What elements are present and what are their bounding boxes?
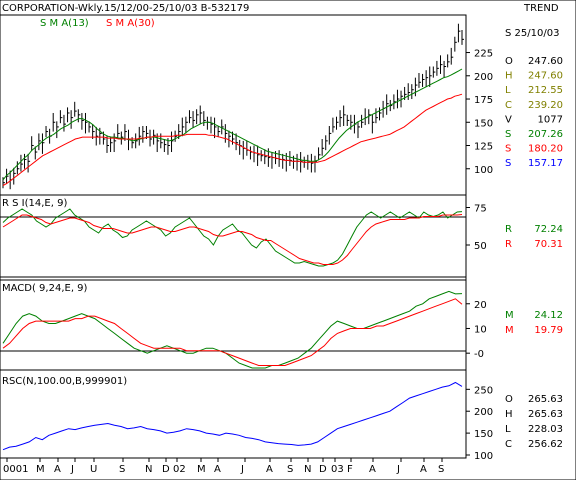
x-tick-label: N — [145, 464, 152, 475]
x-tick-label: A — [369, 464, 376, 475]
y-tick-label: -0 — [474, 349, 484, 360]
rsi-readout-label: R — [505, 224, 512, 235]
rsi-title: R S I(14,E, 9) — [2, 198, 67, 209]
x-tick-label: N — [304, 464, 311, 475]
y-tick-label: 100 — [474, 165, 493, 176]
legend-sma30: S M A(30) — [106, 18, 155, 29]
price-readout-value: 212.55 — [528, 85, 563, 96]
price-readout-label: O — [505, 56, 513, 67]
x-tick-label: S — [119, 464, 125, 475]
price-readout-value: 157.17 — [528, 158, 563, 169]
price-readout-label: C — [505, 100, 512, 111]
x-tick-label: J — [396, 464, 400, 475]
x-tick-label: M — [197, 464, 206, 475]
trend-label: TREND — [523, 3, 559, 14]
chart-canvas: CORPORATION-Wkly.15/12/00-25/10/03 B-532… — [0, 0, 576, 481]
stock-chart: CORPORATION-Wkly.15/12/00-25/10/03 B-532… — [0, 0, 576, 481]
macd-readout-label: M — [505, 325, 514, 336]
price-readout-value: 239.20 — [528, 100, 563, 111]
x-tick-label: A — [266, 464, 273, 475]
x-tick-label: M — [36, 464, 45, 475]
rsc-readout-label: O — [505, 394, 513, 405]
x-tick-label: A — [214, 464, 221, 475]
price-readout-label: L — [505, 85, 511, 96]
y-tick-label: 20 — [474, 300, 487, 311]
price-readout-label: S — [505, 129, 511, 140]
rsc-readout-value: 265.63 — [528, 394, 563, 405]
x-tick-label: J — [70, 464, 74, 475]
y-tick-label: 250 — [474, 385, 493, 396]
y-tick-label: 75 — [474, 204, 487, 215]
rsc-readout-label: C — [505, 439, 512, 450]
price-readout-value: 247.60 — [528, 71, 563, 82]
rsc-readout-value: 265.63 — [528, 409, 563, 420]
y-tick-label: 100 — [474, 451, 493, 462]
rsc-title: RSC(N,100.00,B,999901) — [2, 376, 127, 387]
x-tick-label: 03 — [331, 464, 344, 475]
x-tick-label: D — [319, 464, 327, 475]
rsc-readout-value: 256.62 — [528, 439, 563, 450]
y-tick-label: 175 — [474, 95, 493, 106]
rsi-readout-label: R — [505, 239, 512, 250]
rsc-readout-label: H — [505, 409, 513, 420]
x-tick-label: 0001 — [3, 464, 28, 475]
y-tick-label: 50 — [474, 241, 487, 252]
x-tick-label: U — [90, 464, 97, 475]
macd-title: MACD( 9,24,E, 9) — [2, 283, 88, 294]
price-readout-label: V — [505, 114, 512, 125]
x-tick-label: A — [420, 464, 427, 475]
x-tick-label: S — [438, 464, 444, 475]
price-readout-value: 247.60 — [528, 56, 563, 67]
price-readout-value: 1077 — [538, 114, 563, 125]
y-tick-label: 150 — [474, 429, 493, 440]
y-tick-label: 225 — [474, 49, 493, 60]
chart-title: CORPORATION-Wkly.15/12/00-25/10/03 B-532… — [2, 3, 249, 14]
price-readout-label: S — [505, 158, 511, 169]
legend-sma13: S M A(13) — [40, 18, 89, 29]
x-tick-label: S — [287, 464, 293, 475]
price-readout-label: S — [505, 144, 511, 155]
rsc-readout-label: L — [505, 424, 511, 435]
macd-readout-value: 24.12 — [534, 310, 563, 321]
price-readout-value: 180.20 — [528, 144, 563, 155]
y-tick-label: 200 — [474, 407, 493, 418]
y-tick-label: 150 — [474, 118, 493, 129]
y-tick-label: 200 — [474, 72, 493, 83]
rsc-readout-value: 228.03 — [528, 424, 563, 435]
x-tick-label: F — [347, 464, 353, 475]
x-tick-label: J — [240, 464, 244, 475]
y-tick-label: 10 — [474, 324, 487, 335]
y-tick-label: 125 — [474, 142, 493, 153]
x-tick-label: A — [54, 464, 61, 475]
x-tick-label: 02 — [173, 464, 186, 475]
rsi-readout-value: 70.31 — [534, 239, 563, 250]
price-readout-value: 207.26 — [528, 129, 563, 140]
rsi-readout-value: 72.24 — [534, 224, 563, 235]
macd-readout-value: 19.79 — [534, 325, 563, 336]
readout-date: S 25/10/03 — [505, 28, 559, 39]
price-readout-label: H — [505, 71, 513, 82]
macd-readout-label: M — [505, 310, 514, 321]
x-tick-label: D — [162, 464, 170, 475]
